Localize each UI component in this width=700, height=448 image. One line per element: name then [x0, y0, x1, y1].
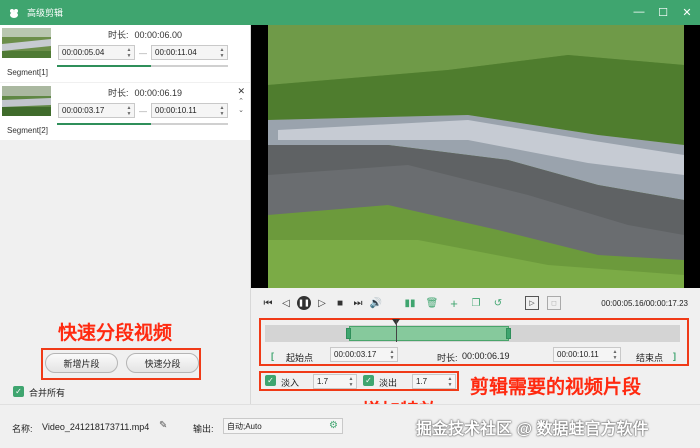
reorder-arrows-icon[interactable]: ⌃ ⌄	[236, 97, 246, 115]
delete-icon[interactable]: 🗑	[425, 296, 439, 310]
close-icon[interactable]: ✕	[680, 4, 694, 20]
window-title: 高级剪辑	[27, 8, 64, 18]
end-bracket-icon: ]	[673, 351, 676, 361]
segment-duration: 时长: 00:00:06.00	[108, 30, 183, 40]
segment-thumbnail	[2, 28, 51, 58]
skip-end-icon[interactable]: ⏭	[351, 296, 365, 310]
maximize-icon[interactable]: ☐	[656, 4, 670, 20]
add-segment-button[interactable]: 新增片段	[45, 353, 118, 373]
selection-start-handle[interactable]	[346, 328, 351, 339]
playback-controls: ⏮ ◁ ❚❚ ▷ ■ ⏭ 🔊 ▮▮ 🗑 + ❐ ↺ ▷ ◻ 00:00:05.1…	[251, 288, 700, 318]
segment-panel: Segment[1] 时长: 00:00:06.00 00:00:05.04 ▲ ▼ …	[0, 25, 251, 448]
skip-start-icon[interactable]: ⏮	[261, 296, 275, 310]
fade-out-checkbox[interactable]: ✓	[363, 375, 374, 386]
pause-icon[interactable]: ❚❚	[297, 296, 311, 310]
fade-in-checkbox[interactable]: ✓	[265, 375, 276, 386]
output-select[interactable]: 自动;Auto ⚙	[223, 418, 343, 434]
fade-out-label: 淡出	[379, 378, 398, 388]
next-frame-icon[interactable]: ▷	[315, 296, 329, 310]
annotation-clip-needed: 剪辑需要的视频片段	[470, 377, 642, 398]
start-point-field[interactable]: 00:00:03.17 ▲ ▼	[330, 347, 398, 362]
annotation-quick-split: 快速分段视频	[58, 323, 173, 344]
remove-segment-icon[interactable]: ✕	[237, 86, 245, 97]
minimize-icon[interactable]: —	[632, 4, 646, 20]
segment-duration: 时长: 00:00:06.19	[108, 88, 183, 98]
segment-item[interactable]: Segment[1] 时长: 00:00:06.00 00:00:05.04 ▲ ▼ …	[0, 25, 250, 82]
prev-frame-icon[interactable]: ◁	[279, 296, 293, 310]
name-label: 名称:	[12, 424, 33, 434]
segment-item[interactable]: Segment[2] 时长: 00:00:06.19 00:00:03.17 ▲ ▼ …	[0, 83, 250, 140]
segment-label: Segment[2]	[7, 126, 48, 135]
copy-icon[interactable]: ❐	[469, 296, 483, 310]
timeline-selection[interactable]	[349, 326, 509, 341]
timecode: 00:00:05.16/00:00:17.23	[601, 299, 688, 308]
trim-duration-value: 00:00:06.19	[462, 351, 510, 361]
segment-thumbnail	[2, 86, 51, 116]
edit-name-icon[interactable]: ✎	[159, 420, 167, 431]
segment-progress	[57, 123, 228, 125]
selection-end-handle[interactable]	[506, 328, 511, 339]
volume-icon[interactable]: 🔊	[369, 296, 383, 310]
stop-icon[interactable]: ■	[333, 296, 347, 310]
fade-out-field[interactable]: 1.7 ▲ ▼	[412, 374, 456, 389]
bottom-bar: 名称: Video_241218173711.mp4 ✎ 输出: 自动;Auto…	[0, 404, 700, 448]
video-preview[interactable]	[251, 25, 700, 288]
title-bar: 高级剪辑 — ☐ ✕	[0, 0, 700, 25]
output-label: 输出:	[193, 424, 214, 434]
merge-all-label: 合并所有	[29, 388, 66, 398]
timeline-track[interactable]	[265, 325, 680, 342]
segment-end-field[interactable]: 00:00:10.11 ▲ ▼	[151, 103, 228, 118]
watermark: 掘金技术社区 @ 数据蛙官方软件	[416, 421, 649, 438]
file-name: Video_241218173711.mp4	[42, 422, 150, 432]
reset-icon[interactable]: ↺	[491, 296, 505, 310]
segment-start-field[interactable]: 00:00:05.04 ▲ ▼	[58, 45, 135, 60]
segment-end-field[interactable]: 00:00:11.04 ▲ ▼	[151, 45, 228, 60]
add-icon[interactable]: +	[447, 296, 461, 311]
fade-in-label: 淡入	[281, 378, 300, 388]
segment-progress	[57, 65, 228, 67]
mark-out-icon[interactable]: ◻	[547, 296, 561, 310]
settings-gear-icon[interactable]: ⚙	[329, 420, 338, 431]
playhead	[396, 320, 397, 342]
start-point-label[interactable]: 起始点	[286, 351, 313, 364]
quick-split-button[interactable]: 快速分段	[126, 353, 199, 373]
end-point-label[interactable]: 结束点	[636, 351, 663, 364]
split-icon[interactable]: ▮▮	[403, 296, 417, 310]
start-bracket-icon: [	[271, 351, 274, 361]
segment-start-field[interactable]: 00:00:03.17 ▲ ▼	[58, 103, 135, 118]
video-frame	[268, 25, 684, 288]
fade-in-field[interactable]: 1.7 ▲ ▼	[313, 374, 357, 389]
app-logo-icon	[7, 6, 21, 20]
merge-all-checkbox[interactable]: ✓	[13, 386, 24, 397]
mark-in-icon[interactable]: ▷	[525, 296, 539, 310]
trim-duration-label: 时长:	[437, 353, 458, 363]
segment-label: Segment[1]	[7, 68, 48, 77]
end-point-field[interactable]: 00:00:10.11 ▲ ▼	[553, 347, 621, 362]
